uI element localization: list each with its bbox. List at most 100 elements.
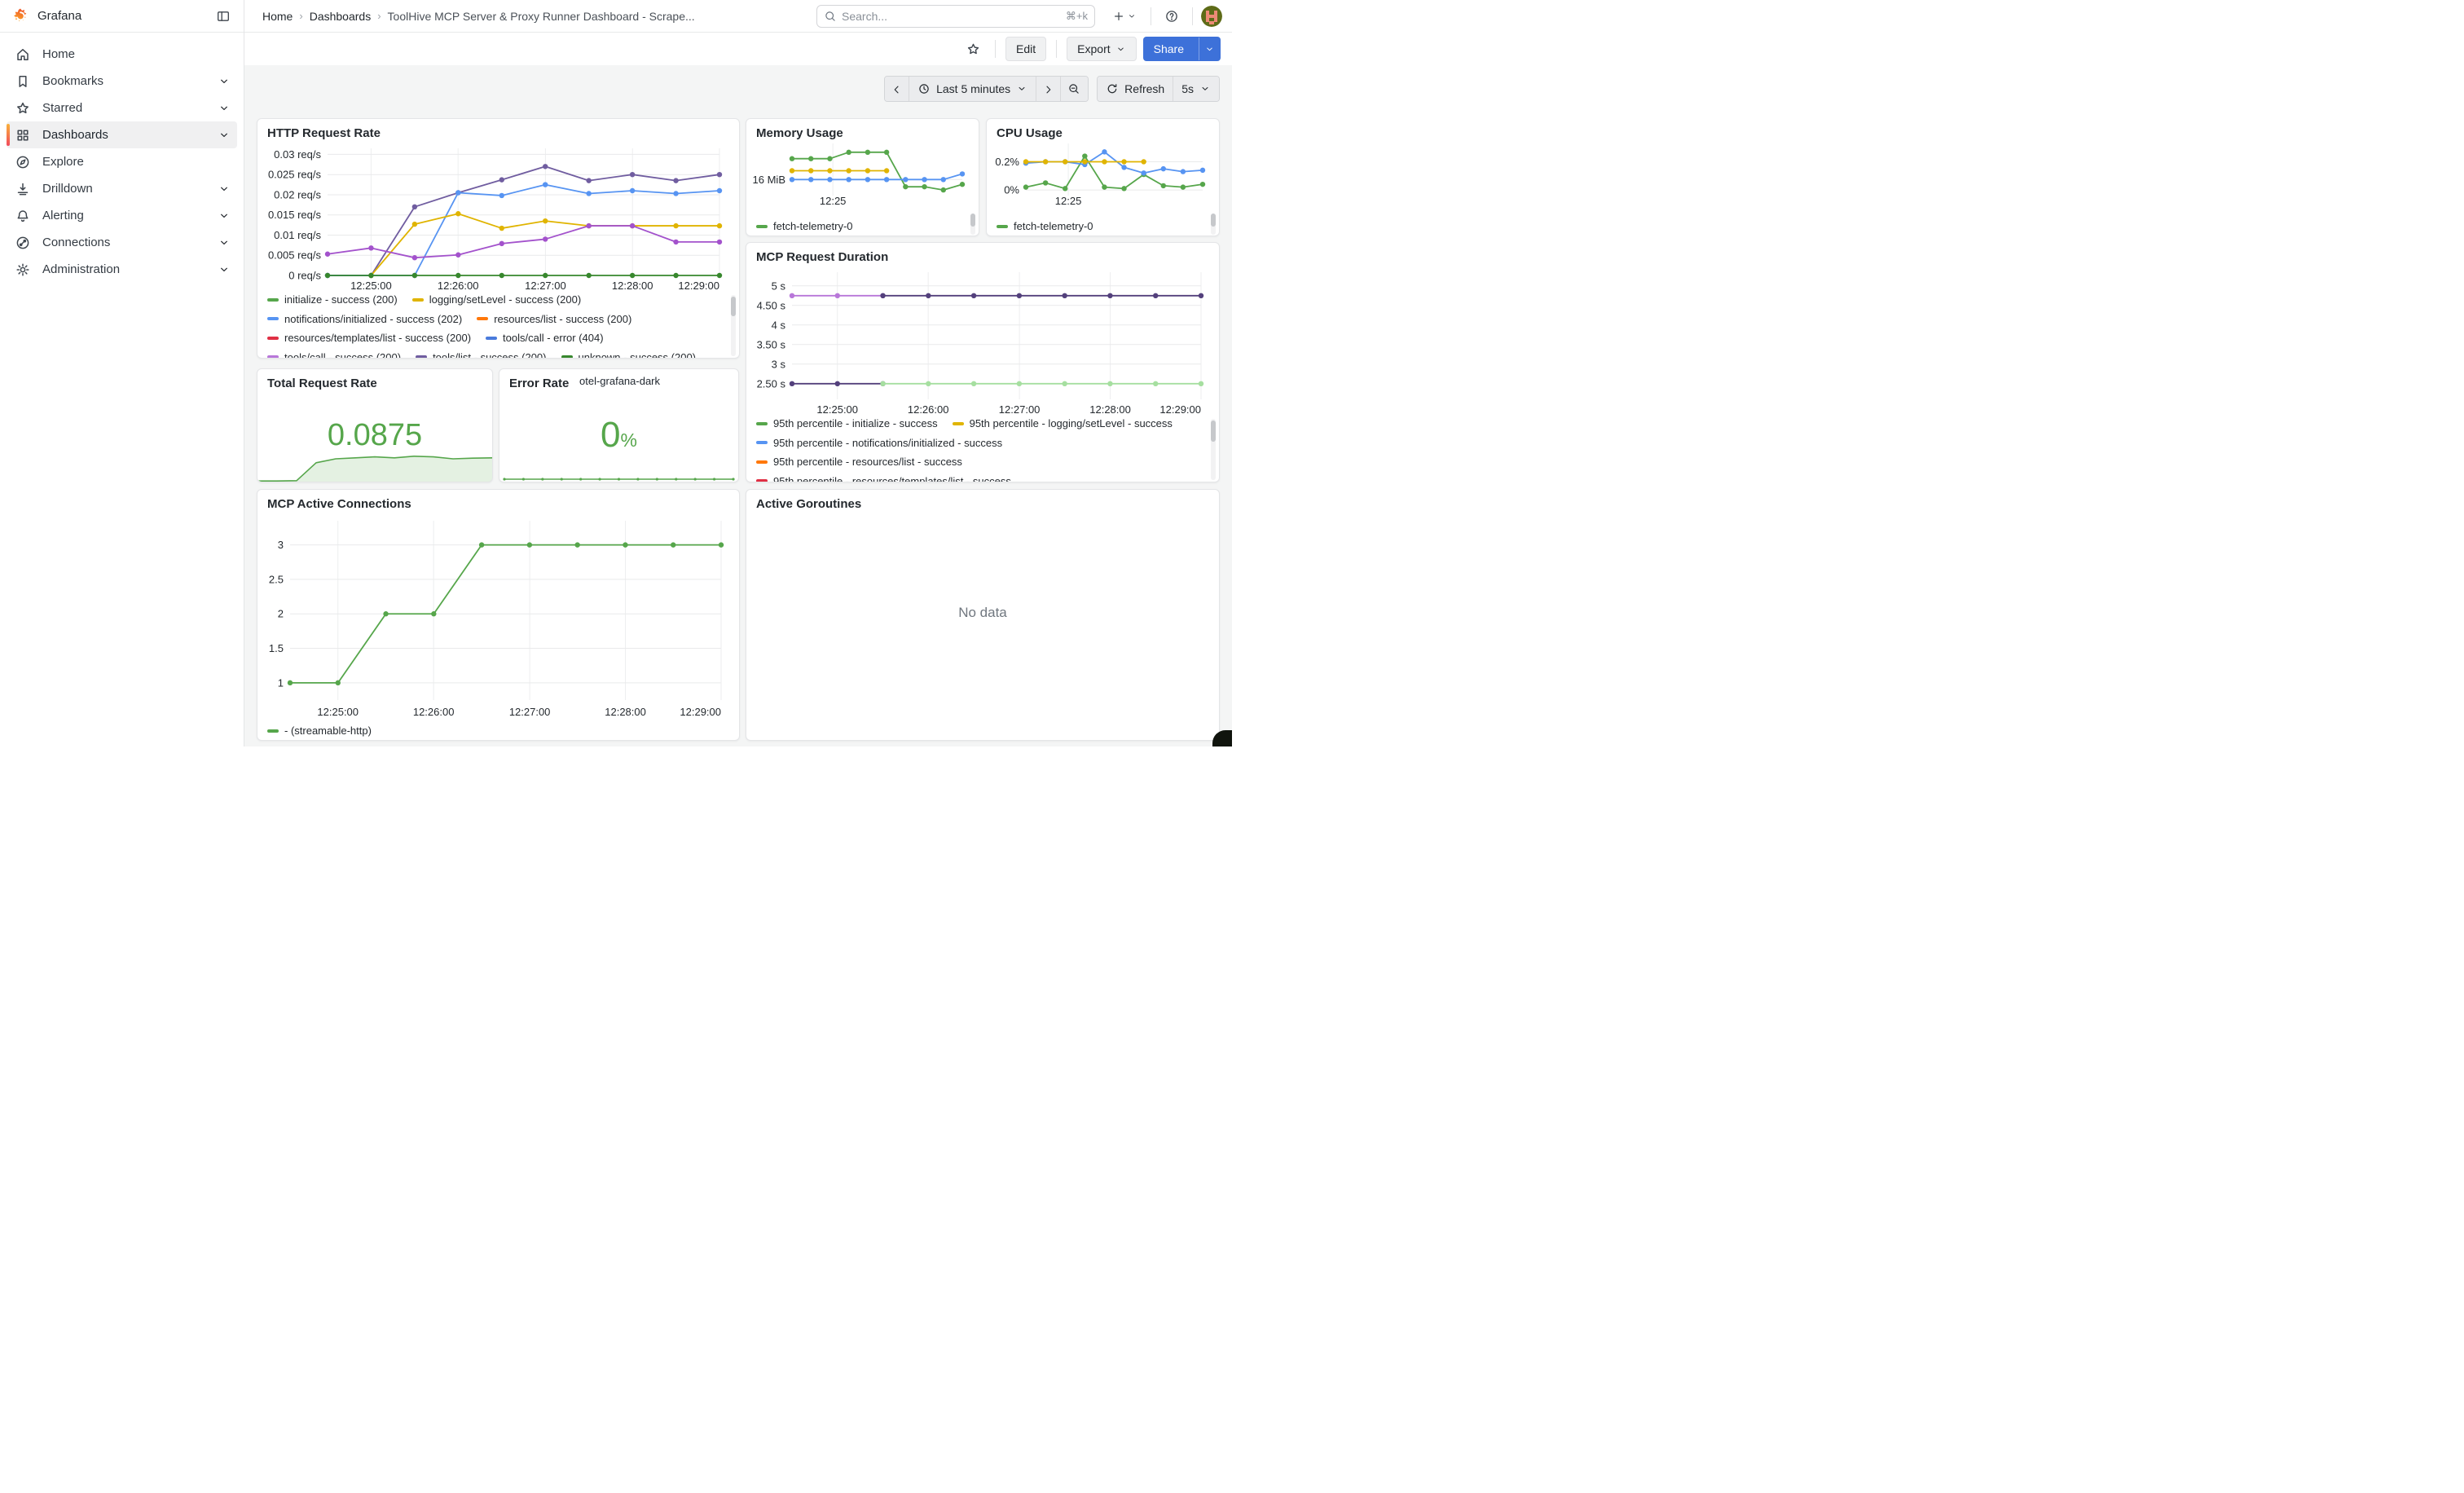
- legend-item[interactable]: 95th percentile - logging/setLevel - suc…: [953, 417, 1173, 429]
- panel-cpu-usage: CPU Usage 0.2%0%12:25 fetch-telemetry-0: [986, 118, 1220, 236]
- chevron-down-icon[interactable]: [218, 209, 231, 222]
- chevron-down-icon[interactable]: [218, 129, 231, 142]
- legend-scrollbar[interactable]: [1211, 421, 1216, 442]
- sidebar-item-dashboards[interactable]: Dashboards: [7, 121, 237, 148]
- drag-overlay-label: otel-grafana-dark: [579, 375, 660, 387]
- svg-text:12:26:00: 12:26:00: [438, 280, 479, 292]
- error-rate-sparkline[interactable]: [501, 469, 737, 481]
- top-actions: [1107, 4, 1222, 29]
- refresh-icon: [1106, 82, 1119, 95]
- legend-item[interactable]: fetch-telemetry-0: [997, 220, 1093, 232]
- chevron-down-icon[interactable]: [218, 75, 231, 88]
- svg-text:0.2%: 0.2%: [995, 156, 1019, 168]
- legend-label: tools/call - error (404): [503, 332, 604, 344]
- help-button[interactable]: [1159, 4, 1184, 29]
- search-input[interactable]: [842, 10, 1061, 23]
- legend-label: tools/call - success (200): [284, 351, 401, 359]
- legend-swatch-icon: [756, 441, 768, 444]
- time-shift-forward-button[interactable]: [1036, 77, 1061, 101]
- legend-label: 95th percentile - notifications/initiali…: [773, 437, 1002, 449]
- legend-item[interactable]: initialize - success (200): [267, 293, 398, 306]
- refresh-interval-label: 5s: [1181, 82, 1194, 95]
- total-request-rate-value: 0.0875: [257, 418, 492, 453]
- sidebar-item-starred[interactable]: Starred: [7, 95, 237, 121]
- legend-swatch-icon: [756, 225, 768, 228]
- legend-swatch-icon: [486, 337, 497, 340]
- sidebar-toggle-button[interactable]: [211, 4, 235, 29]
- legend-item[interactable]: 95th percentile - initialize - success: [756, 417, 938, 429]
- chevron-down-icon[interactable]: [218, 183, 231, 196]
- sidebar-item-drilldown[interactable]: Drilldown: [7, 175, 237, 202]
- star-icon: [966, 42, 981, 57]
- sidebar-item-bookmarks[interactable]: Bookmarks: [7, 68, 237, 95]
- legend-item[interactable]: tools/list - success (200): [416, 351, 546, 359]
- legend-item[interactable]: fetch-telemetry-0: [756, 220, 853, 232]
- search-box[interactable]: ⌘+k: [816, 5, 1095, 28]
- chevron-down-icon[interactable]: [218, 263, 231, 276]
- sidebar-item-connections[interactable]: Connections: [7, 229, 237, 256]
- share-label[interactable]: Share: [1144, 37, 1194, 60]
- svg-text:12:28:00: 12:28:00: [1089, 403, 1131, 416]
- legend-scrollbar[interactable]: [731, 297, 736, 316]
- breadcrumb-item-dashboards[interactable]: Dashboards: [310, 10, 372, 23]
- sidebar-item-administration[interactable]: Administration: [7, 256, 237, 283]
- svg-text:12:28:00: 12:28:00: [605, 706, 646, 718]
- chevron-down-icon: [1127, 11, 1137, 21]
- legend-item[interactable]: resources/list - success (200): [477, 313, 631, 325]
- legend-label: fetch-telemetry-0: [773, 220, 853, 232]
- chevron-down-icon[interactable]: [218, 236, 231, 249]
- legend-item[interactable]: 95th percentile - resources/list - succe…: [756, 456, 962, 468]
- svg-text:0.01 req/s: 0.01 req/s: [274, 229, 321, 241]
- add-button[interactable]: [1107, 4, 1142, 29]
- legend-item[interactable]: 95th percentile - resources/templates/li…: [756, 475, 1011, 482]
- sidebar-item-alerting[interactable]: Alerting: [7, 202, 237, 229]
- sidebar-item-home[interactable]: Home: [7, 41, 237, 68]
- time-range-picker[interactable]: Last 5 minutes: [909, 77, 1036, 101]
- mcp-request-duration-chart[interactable]: 5 s4.50 s4 s3.50 s3 s2.50 s12:25:0012:26…: [751, 264, 1214, 417]
- legend-label: notifications/initialized - success (202…: [284, 313, 462, 325]
- mcp-request-duration-svg: 5 s4.50 s4 s3.50 s3 s2.50 s12:25:0012:26…: [751, 264, 1214, 417]
- legend-label: 95th percentile - resources/templates/li…: [773, 475, 1011, 482]
- favorite-button[interactable]: [961, 37, 985, 61]
- chevron-down-icon[interactable]: [218, 102, 231, 115]
- sidebar-item-label: Administration: [42, 262, 218, 276]
- legend-scrollbar-track: [970, 214, 975, 235]
- legend-item[interactable]: tools/call - error (404): [486, 332, 604, 344]
- chevron-down-icon: [1115, 44, 1126, 55]
- legend-scrollbar[interactable]: [1211, 214, 1216, 227]
- legend-scrollbar[interactable]: [970, 214, 975, 227]
- legend-item[interactable]: logging/setLevel - success (200): [412, 293, 581, 306]
- legend-item[interactable]: tools/call - success (200): [267, 351, 401, 359]
- zoom-out-button[interactable]: [1061, 77, 1088, 101]
- memory-usage-chart[interactable]: 16 MiB12:25: [750, 137, 974, 209]
- http-request-rate-chart[interactable]: 0 req/s0.005 req/s0.01 req/s0.015 req/s0…: [262, 140, 734, 293]
- export-button[interactable]: Export: [1067, 37, 1136, 61]
- svg-text:12:25:00: 12:25:00: [350, 280, 392, 292]
- avatar[interactable]: [1201, 6, 1222, 27]
- sidebar-item-label: Starred: [42, 101, 218, 115]
- time-range-label: Last 5 minutes: [936, 82, 1010, 95]
- legend-label: resources/list - success (200): [494, 313, 631, 325]
- breadcrumb-item-home[interactable]: Home: [262, 10, 293, 23]
- mcp-active-connections-chart[interactable]: 11.522.5312:25:0012:26:0012:27:0012:28:0…: [262, 511, 734, 720]
- cpu-usage-chart[interactable]: 0.2%0%12:25: [990, 137, 1214, 209]
- legend-row: fetch-telemetry-0: [756, 220, 966, 232]
- legend-item[interactable]: 95th percentile - notifications/initiali…: [756, 437, 1002, 449]
- svg-text:0.015 req/s: 0.015 req/s: [268, 209, 322, 221]
- stat-number: 0.0875: [328, 418, 422, 452]
- legend-item[interactable]: - (streamable-http): [267, 724, 372, 737]
- time-shift-back-button[interactable]: [885, 77, 909, 101]
- sidebar-item-explore[interactable]: Explore: [7, 148, 237, 175]
- share-button[interactable]: Share: [1143, 37, 1221, 61]
- legend-item[interactable]: unknown - success (200): [561, 351, 697, 359]
- svg-text:12:28:00: 12:28:00: [612, 280, 653, 292]
- legend-item[interactable]: resources/templates/list - success (200): [267, 332, 471, 344]
- legend-swatch-icon: [953, 422, 964, 425]
- edit-button[interactable]: Edit: [1005, 37, 1046, 61]
- legend-scrollbar-track: [1211, 214, 1216, 235]
- legend-item[interactable]: notifications/initialized - success (202…: [267, 313, 462, 325]
- share-menu-button[interactable]: [1199, 37, 1220, 60]
- refresh-button[interactable]: Refresh: [1098, 77, 1173, 101]
- refresh-interval-picker[interactable]: 5s: [1173, 77, 1219, 101]
- svg-text:4 s: 4 s: [772, 319, 786, 331]
